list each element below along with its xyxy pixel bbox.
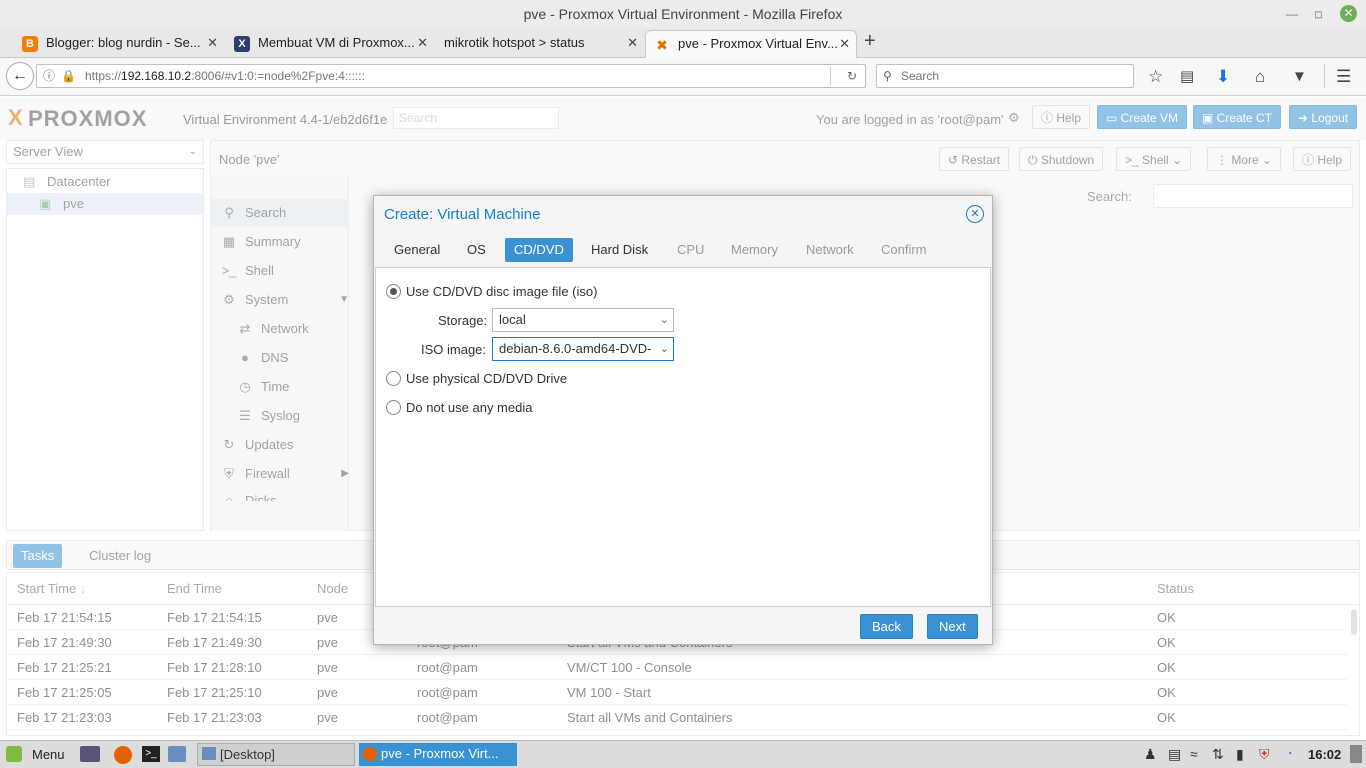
clipboard-icon[interactable]: ▤ — [1168, 746, 1181, 763]
lock-warning-icon: 🔒 — [61, 69, 76, 83]
taskbar-desktop[interactable]: [Desktop] — [197, 743, 355, 766]
tab-general[interactable]: General — [385, 238, 449, 262]
tab-os[interactable]: OS — [458, 238, 495, 262]
close-tab-icon[interactable]: ✕ — [839, 31, 850, 57]
window-title: pve - Proxmox Virtual Environment - Mozi… — [523, 6, 843, 22]
search-bar[interactable]: ⚲ Search — [876, 64, 1134, 88]
radio-no-media-label: Do not use any media — [406, 400, 533, 415]
terminal-launcher-icon[interactable]: >_ — [142, 746, 160, 762]
start-menu-button[interactable]: Menu — [32, 747, 65, 762]
firefox-icon — [363, 747, 377, 761]
browser-tab[interactable]: mikrotik hotspot > status ✕ — [436, 30, 644, 58]
radio-no-media[interactable] — [386, 400, 401, 415]
tab-memory: Memory — [731, 242, 778, 257]
iso-image-label: ISO image: — [421, 342, 487, 357]
tab-cpu: CPU — [677, 242, 705, 257]
radio-physical-label: Use physical CD/DVD Drive — [406, 371, 568, 386]
update-shield-icon[interactable]: ⛨ — [1259, 746, 1270, 763]
network-icon[interactable]: ⇅ — [1212, 746, 1224, 763]
tab-confirm: Confirm — [881, 242, 927, 257]
show-desktop-corner[interactable] — [1350, 745, 1362, 763]
close-window-icon[interactable]: ✕ — [1340, 5, 1357, 22]
next-button[interactable]: Next — [927, 614, 978, 639]
toolbar-divider — [1324, 64, 1325, 88]
storage-select[interactable]: local ⌄ — [492, 308, 674, 332]
user-icon[interactable]: ♟ — [1144, 746, 1157, 763]
dialog-title: Create: Virtual Machine — [384, 206, 541, 223]
tab-label: Blogger: blog nurdin - Se... — [46, 35, 201, 50]
pocket-icon[interactable]: ▼ — [1292, 67, 1307, 87]
hamburger-menu-icon[interactable]: ☰ — [1336, 67, 1351, 87]
browser-nav-bar: ← ⓘ 🔒 https://192.168.10.2:8006/#v1:0:=n… — [0, 58, 1366, 96]
os-taskbar: Menu >_ [Desktop] pve - Proxmox Virt... … — [0, 740, 1366, 768]
download-icon[interactable]: ⬇ — [1216, 67, 1230, 87]
mint-logo-icon — [6, 746, 22, 762]
chevron-down-icon: ⌄ — [655, 338, 669, 360]
minimize-icon[interactable]: — — [1286, 0, 1298, 28]
storage-label: Storage: — [438, 313, 488, 328]
info-icon: ⓘ — [43, 69, 56, 83]
radio-iso[interactable] — [386, 284, 401, 299]
tab-hard-disk[interactable]: Hard Disk — [582, 238, 657, 262]
search-placeholder: Search — [901, 69, 940, 83]
files-launcher-icon[interactable] — [168, 746, 186, 762]
create-vm-dialog: Create: Virtual Machine ✕ General OS CD/… — [373, 195, 993, 645]
bluetooth-icon[interactable]: ᛫ — [1286, 746, 1294, 762]
tab-label: mikrotik hotspot > status — [444, 35, 585, 50]
tab-network: Network — [806, 242, 854, 257]
close-tab-icon[interactable]: ✕ — [417, 30, 428, 56]
bookmark-star-icon[interactable]: ☆ — [1148, 67, 1163, 87]
url-prefix: https:// — [85, 69, 122, 83]
battery-icon[interactable]: ▮ — [1236, 746, 1244, 763]
reading-list-icon[interactable]: ▤ — [1180, 67, 1194, 87]
window-titlebar: pve - Proxmox Virtual Environment - Mozi… — [0, 0, 1366, 28]
tab-label: Membuat VM di Proxmox... — [258, 35, 415, 50]
browser-tab[interactable]: X Membuat VM di Proxmox... ✕ — [226, 30, 434, 58]
radio-physical[interactable] — [386, 371, 401, 386]
maximize-icon[interactable]: ◽ — [1314, 0, 1323, 28]
browser-tab[interactable]: B Blogger: blog nurdin - Se... ✕ — [14, 30, 224, 58]
reload-icon[interactable]: ↻ — [847, 65, 857, 87]
blogger-icon: B — [22, 36, 38, 52]
url-bar[interactable]: ⓘ 🔒 https://192.168.10.2:8006/#v1:0:=nod… — [36, 64, 866, 88]
storage-value: local — [499, 312, 526, 327]
search-icon: ⚲ — [883, 69, 892, 83]
proxmox-favicon-icon: ✖ — [656, 37, 668, 53]
iso-image-select[interactable]: debian-8.6.0-amd64-DVD- ⌄ — [492, 337, 674, 361]
close-tab-icon[interactable]: ✕ — [627, 30, 638, 56]
wifi-icon[interactable]: ≈ — [1190, 746, 1198, 762]
folder-icon — [202, 747, 216, 760]
clock: 16:02 — [1308, 747, 1342, 762]
browser-tab-bar: B Blogger: blog nurdin - Se... ✕ X Membu… — [0, 28, 1366, 58]
taskbar-firefox[interactable]: pve - Proxmox Virt... — [359, 743, 517, 766]
tab-label: pve - Proxmox Virtual Env... — [678, 36, 838, 51]
radio-iso-label: Use CD/DVD disc image file (iso) — [406, 284, 598, 299]
back-button[interactable]: Back — [860, 614, 913, 639]
tab-cd-dvd[interactable]: CD/DVD — [505, 238, 573, 262]
close-tab-icon[interactable]: ✕ — [207, 30, 218, 56]
proxmox-favicon-icon: X — [234, 36, 250, 52]
taskbar-desktop-label: [Desktop] — [220, 747, 275, 762]
dialog-body: Use CD/DVD disc image file (iso) Storage… — [375, 267, 991, 607]
url-divider — [830, 67, 831, 85]
browser-tab-active[interactable]: ✖ pve - Proxmox Virtual Env... ✕ — [645, 30, 857, 58]
show-desktop-icon[interactable] — [80, 746, 100, 762]
close-dialog-icon[interactable]: ✕ — [966, 205, 984, 223]
home-icon[interactable]: ⌂ — [1255, 67, 1265, 87]
url-host: 192.168.10.2 — [121, 69, 192, 83]
back-icon[interactable]: ← — [6, 62, 34, 90]
url-rest: :8006/#v1:0:=node%2Fpve:4:::::: — [191, 69, 365, 83]
firefox-launcher-icon[interactable] — [114, 746, 132, 764]
iso-image-value: debian-8.6.0-amd64-DVD- — [499, 341, 652, 356]
chevron-down-icon: ⌄ — [659, 314, 669, 326]
new-tab-icon[interactable]: + — [864, 30, 876, 53]
taskbar-firefox-label: pve - Proxmox Virt... — [381, 746, 499, 761]
